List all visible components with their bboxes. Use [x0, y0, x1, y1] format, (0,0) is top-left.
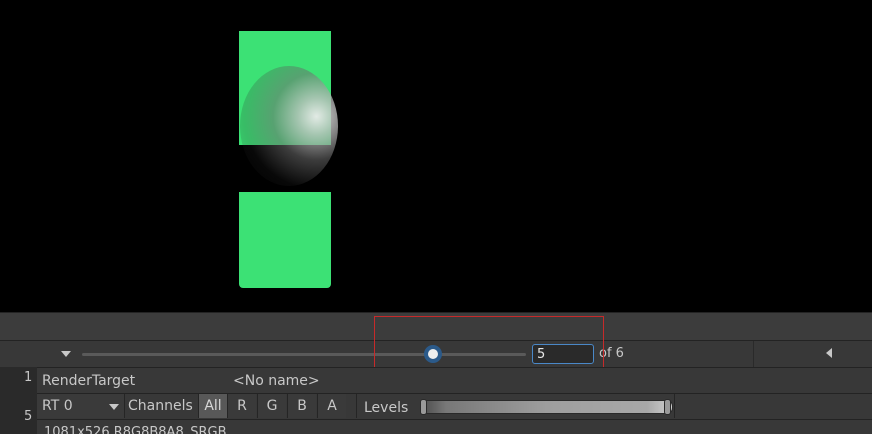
- render-target-row: RenderTarget <No name>: [37, 367, 872, 393]
- render-preview-viewport: [0, 0, 872, 312]
- channel-a-button[interactable]: A: [317, 394, 346, 418]
- channel-b-button[interactable]: B: [287, 394, 316, 418]
- toolbar-divider: [753, 341, 754, 367]
- channel-all-button[interactable]: All: [198, 394, 227, 418]
- channel-divider: [356, 394, 357, 418]
- render-target-name: <No name>: [233, 373, 320, 389]
- event-header-bar: [0, 312, 872, 340]
- line-gutter: 1 5: [0, 367, 37, 434]
- channels-label: Channels: [128, 398, 193, 414]
- gutter-line-number: 1: [24, 370, 33, 385]
- texture-info-row: 1081x526 R8G8B8A8_SRGB: [37, 419, 872, 434]
- event-slider-track[interactable]: [82, 353, 526, 356]
- shaded-sphere: [240, 66, 338, 186]
- levels-min-handle[interactable]: [420, 399, 427, 415]
- render-target-label: RenderTarget: [42, 373, 136, 389]
- render-target-select-value: RT 0: [42, 398, 73, 414]
- chevron-down-icon[interactable]: [56, 347, 76, 361]
- channel-r-button[interactable]: R: [227, 394, 256, 418]
- render-target-select[interactable]: RT 0: [37, 394, 125, 418]
- levels-label: Levels: [364, 400, 409, 416]
- texture-format-label: 1081x526 R8G8B8A8_SRGB: [44, 425, 227, 434]
- channel-g-button[interactable]: G: [257, 394, 286, 418]
- gutter-line-number: 5: [24, 409, 33, 424]
- chevron-down-icon: [109, 404, 119, 410]
- triangle-left-icon[interactable]: [826, 348, 832, 358]
- event-number-input[interactable]: [532, 344, 594, 364]
- event-slider-row: of 6: [0, 340, 872, 367]
- channel-controls-row: RT 0 Channels All R G B A Levels: [37, 393, 872, 419]
- levels-max-handle[interactable]: [664, 399, 671, 415]
- levels-range-track[interactable]: [420, 400, 673, 414]
- event-total-label: of 6: [599, 346, 624, 361]
- event-slider-thumb[interactable]: [424, 345, 442, 363]
- green-quad-bottom: [239, 192, 331, 288]
- levels-divider: [674, 394, 675, 418]
